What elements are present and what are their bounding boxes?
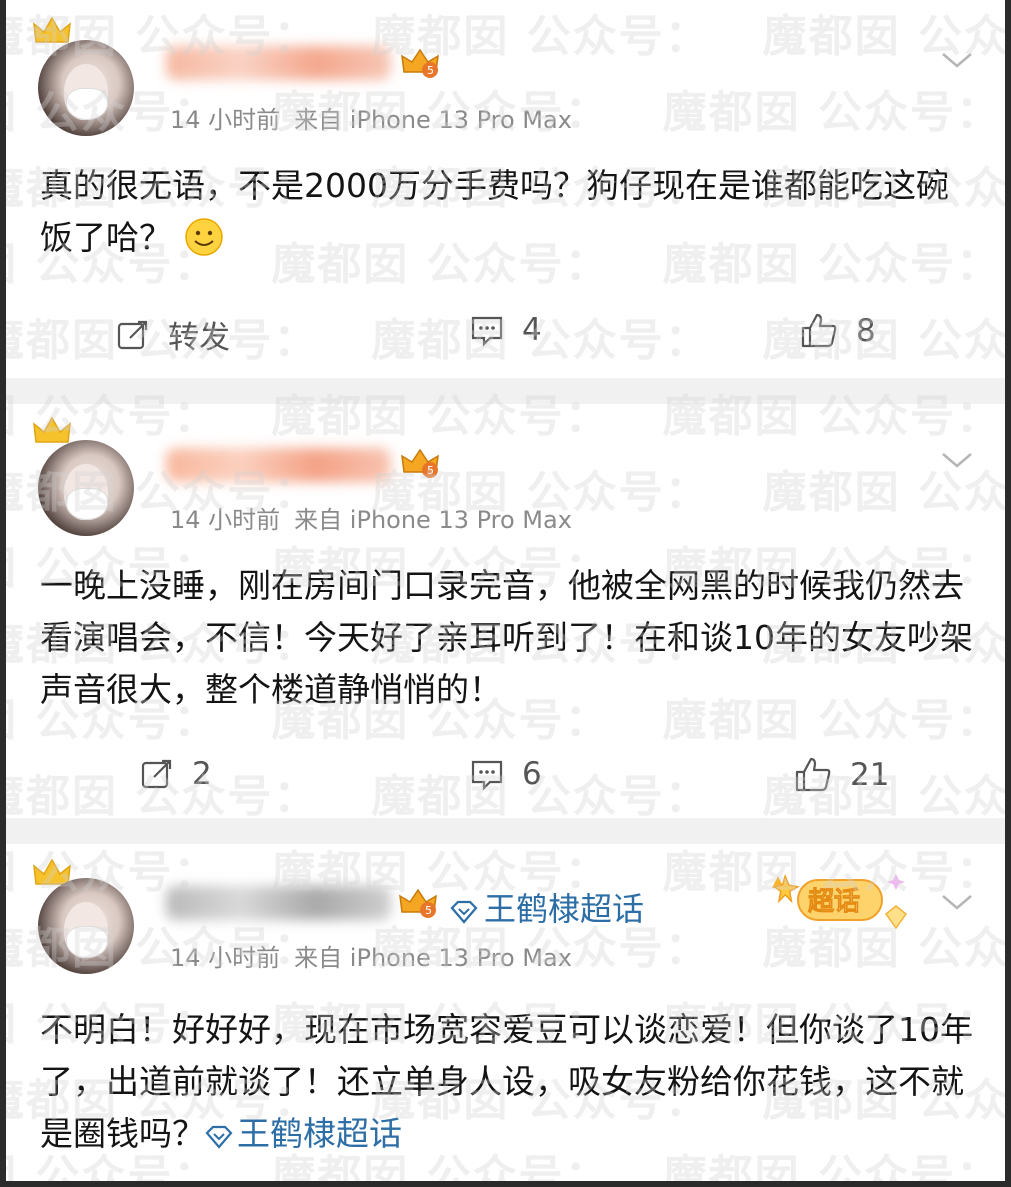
post-meta: 14 小时前 来自 iPhone 13 Pro Max (170, 938, 572, 973)
svg-text:5: 5 (425, 904, 432, 917)
comment-text: 不明白！好好好，现在市场宽容爱豆可以谈恋爱！但你谈了10年了，出道前就谈了！还立… (40, 1010, 973, 1153)
super-topic-link-inline[interactable]: 王鹤棣超话 (205, 1114, 402, 1153)
thumbs-up-icon (801, 313, 837, 348)
diamond-icon (450, 900, 478, 924)
like-button[interactable]: 8 (800, 312, 876, 350)
repost-button[interactable]: 转发 (116, 312, 230, 357)
post-meta: 14 小时前 来自 iPhone 13 Pro Max (170, 500, 572, 535)
separator (0, 818, 1011, 844)
svg-text:5: 5 (427, 64, 434, 77)
repost-button[interactable]: 2 (140, 756, 212, 792)
comment-card-3: 5 王鹤棣超话 超话 14 小时前 来自 iPhone 13 Pro Max 不明… (0, 844, 1011, 1187)
frame-border (0, 0, 6, 1187)
comment-text: 真的很无语，不是2000万分手费吗？狗仔现在是谁都能吃这碗饭了哈？ (40, 166, 949, 257)
diamond-icon (205, 1125, 233, 1149)
svg-text:5: 5 (427, 464, 434, 477)
frame-border (0, 1181, 1011, 1187)
super-topic-link[interactable]: 王鹤棣超话 (450, 884, 644, 930)
weibo-comment-feed: 5 14 小时前 来自 iPhone 13 Pro Max 真的很无语，不是200… (0, 0, 1011, 1187)
user-avatar[interactable] (38, 440, 134, 536)
super-topic-badge-label: 超话 (808, 887, 860, 917)
super-topic-badge-icon[interactable]: 超话 (768, 870, 918, 932)
chevron-down-icon[interactable] (940, 50, 974, 70)
post-time: 14 小时前 (170, 944, 281, 972)
username-blurred[interactable] (166, 448, 391, 482)
comment-card-2: 5 14 小时前 来自 iPhone 13 Pro Max 一晚上没睡，刚在房间门… (0, 404, 1011, 818)
post-time: 14 小时前 (170, 106, 281, 134)
user-avatar[interactable] (38, 40, 134, 136)
comment-icon (471, 316, 503, 347)
comment-button[interactable]: 4 (470, 312, 542, 348)
repost-icon (141, 759, 172, 789)
chevron-down-icon[interactable] (940, 450, 974, 470)
comment-text: 一晚上没睡，刚在房间门口录完音，他被全网黑的时候我仍然去看演唱会，不信！今天好了… (40, 566, 973, 709)
comment-icon (471, 760, 503, 791)
repost-icon (117, 320, 148, 349)
smile-emoji-icon (185, 218, 223, 256)
post-source: 来自 iPhone 13 Pro Max (294, 944, 572, 972)
separator (0, 378, 1011, 404)
username-blurred[interactable] (166, 46, 391, 80)
user-avatar[interactable] (38, 878, 134, 974)
frame-border (1005, 0, 1011, 1187)
like-button[interactable]: 21 (794, 756, 889, 794)
post-source: 来自 iPhone 13 Pro Max (294, 506, 572, 534)
crown-icon (33, 416, 71, 443)
chevron-down-icon[interactable] (940, 892, 974, 912)
username-blurred[interactable] (166, 886, 391, 920)
thumbs-up-icon (795, 757, 831, 792)
crown-icon (33, 16, 71, 43)
comment-card-1: 5 14 小时前 来自 iPhone 13 Pro Max 真的很无语，不是200… (0, 0, 1011, 378)
post-time: 14 小时前 (170, 506, 281, 534)
post-meta: 14 小时前 来自 iPhone 13 Pro Max (170, 100, 572, 135)
comment-button[interactable]: 6 (470, 756, 542, 792)
vip-badge-icon: 5 (401, 48, 439, 78)
vip-badge-icon: 5 (399, 888, 437, 918)
post-source: 来自 iPhone 13 Pro Max (294, 106, 572, 134)
vip-badge-icon: 5 (401, 448, 439, 478)
